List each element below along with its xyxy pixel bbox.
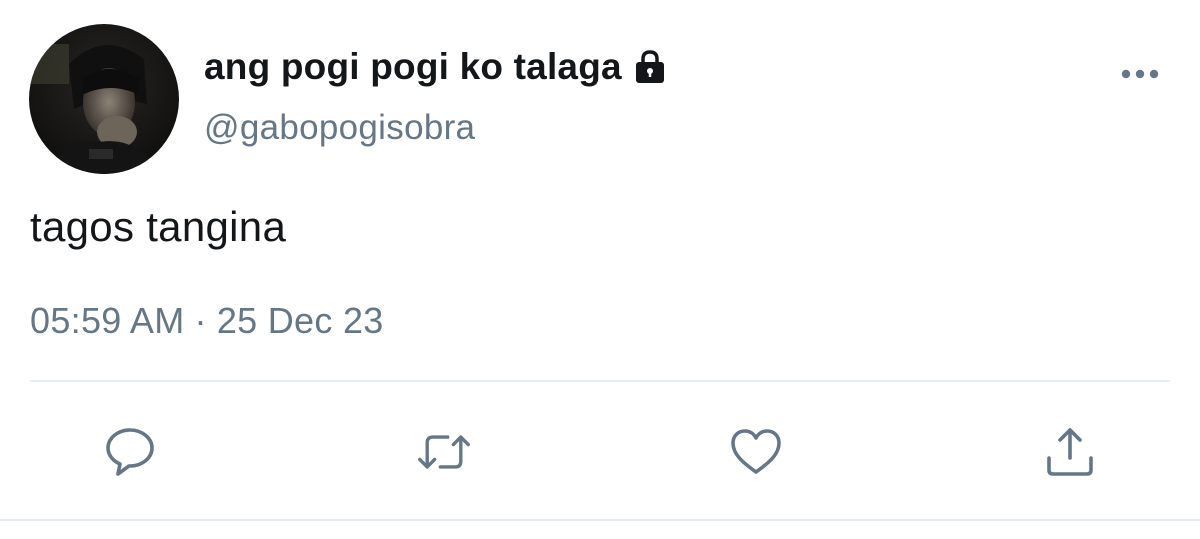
more-options-button[interactable] — [1118, 62, 1162, 86]
more-icon — [1121, 69, 1159, 79]
display-name-row: ang pogi pogi ko talaga — [204, 42, 668, 92]
divider — [30, 380, 1170, 382]
avatar[interactable] — [29, 24, 179, 174]
tweet-text: tagos tangina — [30, 203, 287, 250]
tweet-time: 05:59 AM — [30, 300, 185, 341]
bottom-divider — [0, 519, 1200, 521]
share-button[interactable] — [1042, 424, 1098, 480]
display-name[interactable]: ang pogi pogi ko talaga — [204, 46, 622, 88]
lock-icon — [632, 49, 668, 85]
reply-button[interactable] — [102, 424, 158, 480]
user-handle[interactable]: @gabopogisobra — [204, 108, 475, 148]
retweet-icon — [418, 435, 470, 469]
tweet-card: ang pogi pogi ko talaga @gabopogisobra t… — [0, 0, 1200, 539]
heart-icon — [731, 429, 781, 474]
tweet-timestamp[interactable]: 05:59 AM · 25 Dec 23 — [30, 300, 384, 342]
like-button[interactable] — [728, 424, 784, 480]
meta-separator: · — [194, 300, 207, 341]
comment-icon — [106, 428, 154, 476]
share-icon — [1047, 428, 1093, 476]
tweet-date: 25 Dec 23 — [216, 300, 384, 341]
retweet-button[interactable] — [416, 424, 472, 480]
